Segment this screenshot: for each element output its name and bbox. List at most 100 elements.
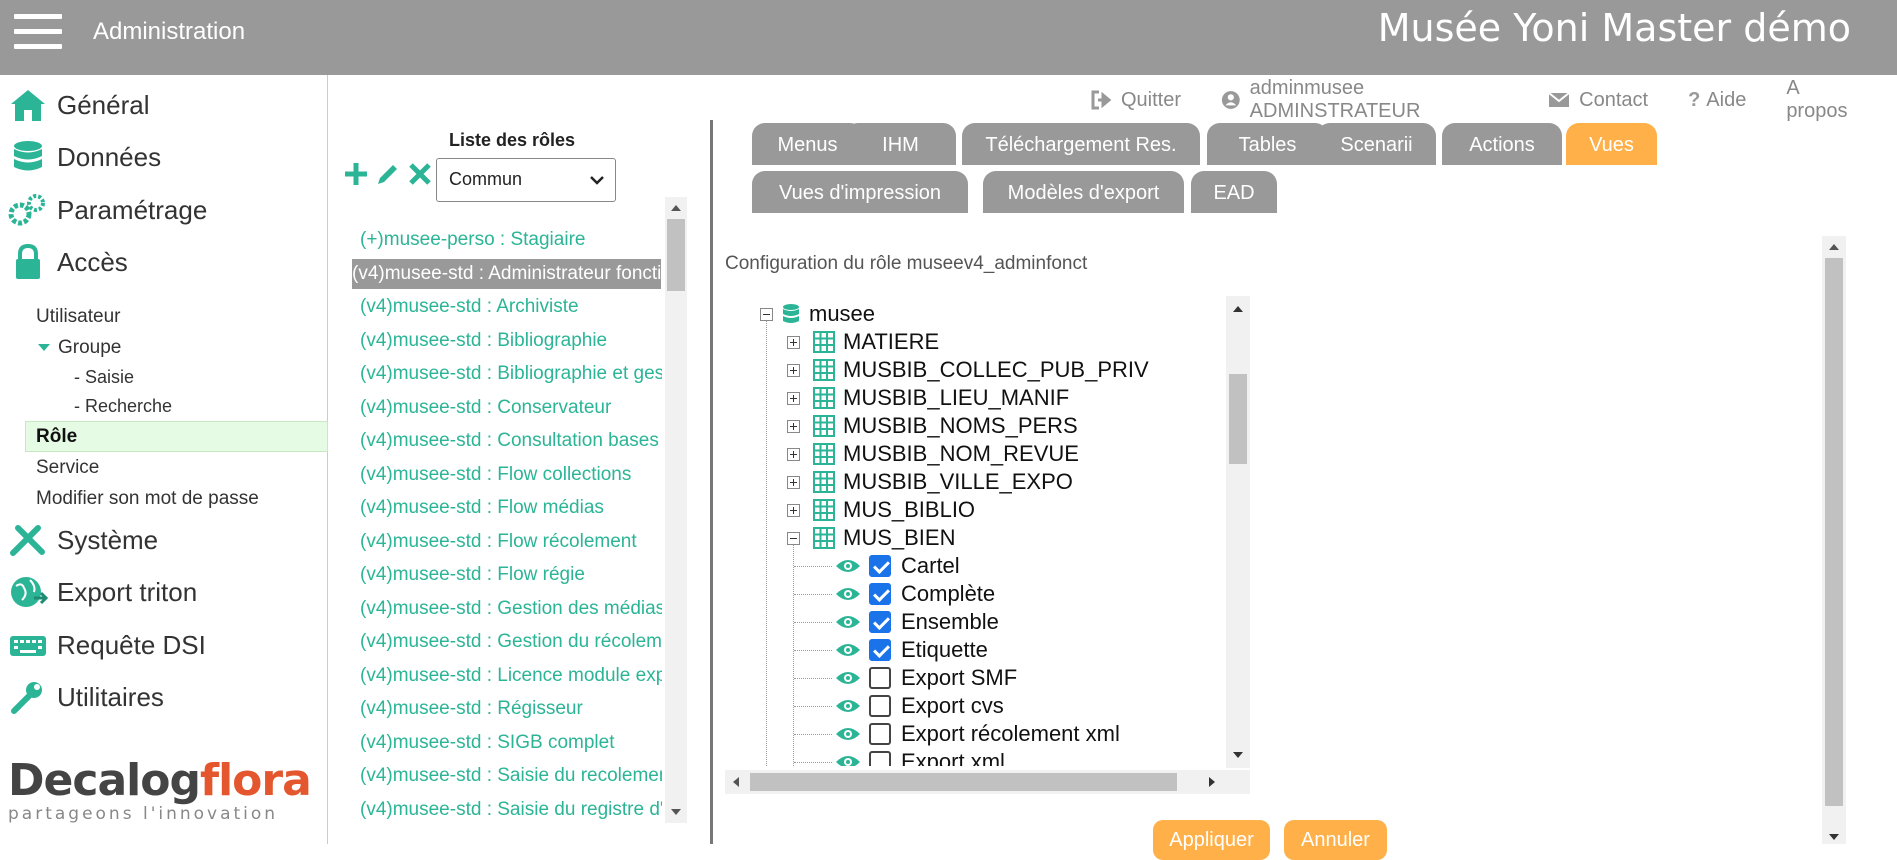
tab-actions[interactable]: Actions bbox=[1442, 123, 1562, 165]
cancel-button[interactable]: Annuler bbox=[1284, 820, 1387, 860]
sidebar-item-utilitaires[interactable]: Utilitaires bbox=[8, 675, 164, 719]
eye-icon[interactable] bbox=[835, 557, 861, 575]
role-list-item[interactable]: (v4)musee-std : Bibliographie bbox=[352, 326, 662, 356]
quit-link[interactable]: Quitter bbox=[1090, 89, 1181, 112]
tree-table-node[interactable]: MUSBIB_NOM_REVUE bbox=[787, 440, 1079, 468]
tree-root-node[interactable]: musee bbox=[760, 300, 875, 328]
expand-toggle-icon[interactable] bbox=[787, 363, 800, 377]
scroll-thumb[interactable] bbox=[750, 773, 1177, 791]
tab-vues-d-impression[interactable]: Vues d'impression bbox=[752, 171, 968, 213]
scroll-thumb[interactable] bbox=[1229, 374, 1247, 464]
view-checkbox[interactable] bbox=[869, 751, 891, 766]
role-list-item[interactable]: (v4)musee-std : Licence module export bbox=[352, 661, 662, 691]
role-list-item[interactable]: (v4)musee-std : Saisie du recolement bbox=[352, 761, 662, 791]
sidebar-sub-utilisateur[interactable]: Utilisateur bbox=[36, 306, 120, 328]
role-list-item[interactable]: (v4)musee-std : Gestion des médias bbox=[352, 594, 662, 624]
view-checkbox[interactable] bbox=[869, 639, 891, 661]
tab-vues[interactable]: Vues bbox=[1566, 123, 1657, 165]
edit-icon[interactable] bbox=[374, 160, 402, 188]
tab-ead[interactable]: EAD bbox=[1191, 171, 1277, 213]
tree-view-node[interactable]: Export cvs bbox=[835, 692, 1004, 720]
role-list-item[interactable]: (v4)musee-std : Flow collections bbox=[352, 460, 662, 490]
eye-icon[interactable] bbox=[835, 585, 861, 603]
view-checkbox[interactable] bbox=[869, 555, 891, 577]
help-link[interactable]: ? Aide bbox=[1688, 89, 1746, 112]
view-checkbox[interactable] bbox=[869, 667, 891, 689]
tree-view-node[interactable]: Ensemble bbox=[835, 608, 999, 636]
role-list-item[interactable]: (v4)musee-std : Bibliographie et gestion bbox=[352, 359, 662, 389]
sidebar-item-systeme[interactable]: Système bbox=[8, 518, 158, 562]
tree-vertical-scrollbar[interactable] bbox=[1226, 296, 1250, 768]
eye-icon[interactable] bbox=[835, 753, 861, 766]
scroll-right-arrow[interactable] bbox=[1209, 777, 1215, 787]
scroll-up-arrow[interactable] bbox=[1829, 244, 1839, 250]
tree-view-node[interactable]: Etiquette bbox=[835, 636, 988, 664]
scroll-left-arrow[interactable] bbox=[733, 777, 739, 787]
tab-mod-les-d-export[interactable]: Modèles d'export bbox=[983, 171, 1184, 213]
eye-icon[interactable] bbox=[835, 641, 861, 659]
add-icon[interactable] bbox=[342, 160, 370, 188]
hamburger-icon[interactable] bbox=[14, 14, 62, 50]
view-checkbox[interactable] bbox=[869, 723, 891, 745]
expand-toggle-icon[interactable] bbox=[787, 419, 800, 433]
role-list-item[interactable]: (v4)musee-std : Flow récolement bbox=[352, 527, 662, 557]
role-list-item[interactable]: (v4)musee-std : Gestion du récolement bbox=[352, 627, 662, 657]
role-list-item[interactable]: (v4)musee-std : Flow régie bbox=[352, 560, 662, 590]
tree-view-node[interactable]: Export récolement xml bbox=[835, 720, 1120, 748]
tree-view-node[interactable]: Export SMF bbox=[835, 664, 1017, 692]
about-link[interactable]: A propos bbox=[1786, 77, 1857, 123]
user-link[interactable]: adminmusee ADMINSTRATEUR bbox=[1221, 77, 1508, 123]
tree-table-node[interactable]: MUS_BIEN bbox=[787, 524, 955, 552]
scroll-up-arrow[interactable] bbox=[671, 205, 681, 211]
sidebar-item-parametrage[interactable]: Paramétrage bbox=[8, 188, 207, 232]
role-list-item[interactable]: (v4)musee-std : Archiviste bbox=[352, 292, 662, 322]
tree-table-node[interactable]: MUSBIB_NOMS_PERS bbox=[787, 412, 1078, 440]
sidebar-item-requete-dsi[interactable]: Requête DSI bbox=[8, 623, 206, 667]
view-checkbox[interactable] bbox=[869, 583, 891, 605]
role-list-item[interactable]: (v4)musee-std : Saisie du registre d'inv… bbox=[352, 795, 662, 825]
expand-toggle-icon[interactable] bbox=[787, 391, 800, 405]
expand-toggle-icon[interactable] bbox=[787, 475, 800, 489]
sidebar-sub-saisie[interactable]: - Saisie bbox=[74, 367, 134, 388]
delete-icon[interactable] bbox=[406, 160, 434, 188]
role-list-item[interactable]: (v4)musee-std : Conservateur bbox=[352, 393, 662, 423]
scroll-down-arrow[interactable] bbox=[1233, 752, 1243, 758]
expand-toggle-icon[interactable] bbox=[787, 503, 800, 517]
sidebar-item-general[interactable]: Général bbox=[8, 83, 150, 127]
eye-icon[interactable] bbox=[835, 725, 861, 743]
sidebar-sub-service[interactable]: Service bbox=[36, 457, 99, 479]
tree-table-node[interactable]: MUSBIB_LIEU_MANIF bbox=[787, 384, 1069, 412]
scroll-down-arrow[interactable] bbox=[671, 809, 681, 815]
tab-t-l-chargement-res[interactable]: Téléchargement Res. bbox=[962, 123, 1200, 165]
column-divider[interactable] bbox=[710, 120, 713, 844]
scroll-thumb[interactable] bbox=[1825, 258, 1843, 806]
view-checkbox[interactable] bbox=[869, 695, 891, 717]
scroll-thumb[interactable] bbox=[667, 219, 685, 291]
sidebar-sub-recherche[interactable]: - Recherche bbox=[74, 396, 172, 417]
tree-view-node[interactable]: Complète bbox=[835, 580, 995, 608]
apply-button[interactable]: Appliquer bbox=[1153, 820, 1270, 860]
panel-vertical-scrollbar[interactable] bbox=[1822, 236, 1846, 844]
sidebar-item-export-triton[interactable]: Export triton bbox=[8, 570, 197, 614]
collapse-toggle-icon[interactable] bbox=[760, 307, 773, 321]
tree-view-node[interactable]: Cartel bbox=[835, 552, 960, 580]
tree-view-node[interactable]: Export xml bbox=[835, 748, 1005, 766]
expand-toggle-icon[interactable] bbox=[787, 447, 800, 461]
tree-table-node[interactable]: MUSBIB_VILLE_EXPO bbox=[787, 468, 1073, 496]
sidebar-item-acces[interactable]: Accès bbox=[8, 240, 128, 284]
sidebar-sub-modifier-mdp[interactable]: Modifier son mot de passe bbox=[36, 488, 259, 510]
scroll-down-arrow[interactable] bbox=[1829, 834, 1839, 840]
role-list-scrollbar[interactable] bbox=[665, 197, 687, 823]
role-list-item[interactable]: (v4)musee-std : Régisseur bbox=[352, 694, 662, 724]
scroll-up-arrow[interactable] bbox=[1233, 306, 1243, 312]
tree-table-node[interactable]: MUSBIB_COLLEC_PUB_PRIV bbox=[787, 356, 1149, 384]
collapse-toggle-icon[interactable] bbox=[787, 531, 800, 545]
sidebar-item-donnees[interactable]: Données bbox=[8, 135, 161, 179]
eye-icon[interactable] bbox=[835, 613, 861, 631]
role-list-item[interactable]: (v4)musee-std : Administrateur fonctionn… bbox=[352, 258, 661, 289]
contact-link[interactable]: Contact bbox=[1548, 89, 1648, 112]
eye-icon[interactable] bbox=[835, 669, 861, 687]
tree-table-node[interactable]: MUS_BIBLIO bbox=[787, 496, 975, 524]
role-list-item[interactable]: (v4)musee-std : Flow médias bbox=[352, 493, 662, 523]
view-checkbox[interactable] bbox=[869, 611, 891, 633]
